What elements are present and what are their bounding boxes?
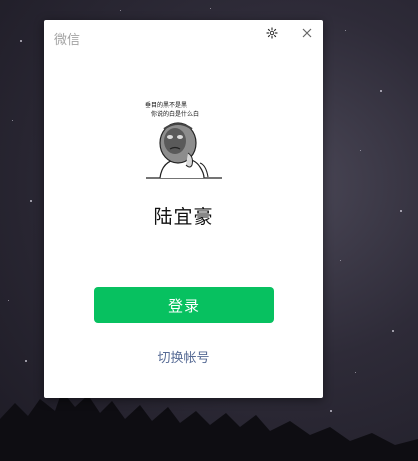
star <box>210 8 211 9</box>
close-button[interactable] <box>299 25 315 41</box>
star <box>30 200 32 202</box>
wechat-login-window: 微信 垂目的黑不是黑 你说的白是什么白 陆宜豪 登录 切换帐号 <box>44 20 323 398</box>
star <box>8 300 9 301</box>
gear-icon <box>266 27 278 39</box>
avatar: 垂目的黑不是黑 你说的白是什么白 <box>142 99 226 183</box>
star <box>360 150 361 151</box>
user-name: 陆宜豪 <box>153 206 214 228</box>
meme-face-illustration <box>146 122 222 179</box>
star <box>380 90 382 92</box>
login-button[interactable]: 登录 <box>94 287 274 323</box>
star <box>400 210 402 212</box>
settings-button[interactable] <box>264 25 280 41</box>
star <box>120 10 121 11</box>
star <box>20 40 22 42</box>
close-icon <box>302 28 312 38</box>
star <box>340 260 341 261</box>
star <box>392 330 394 332</box>
star <box>12 120 13 121</box>
switch-account-link[interactable]: 切换帐号 <box>44 347 323 366</box>
star <box>345 30 346 31</box>
app-title: 微信 <box>54 33 81 48</box>
